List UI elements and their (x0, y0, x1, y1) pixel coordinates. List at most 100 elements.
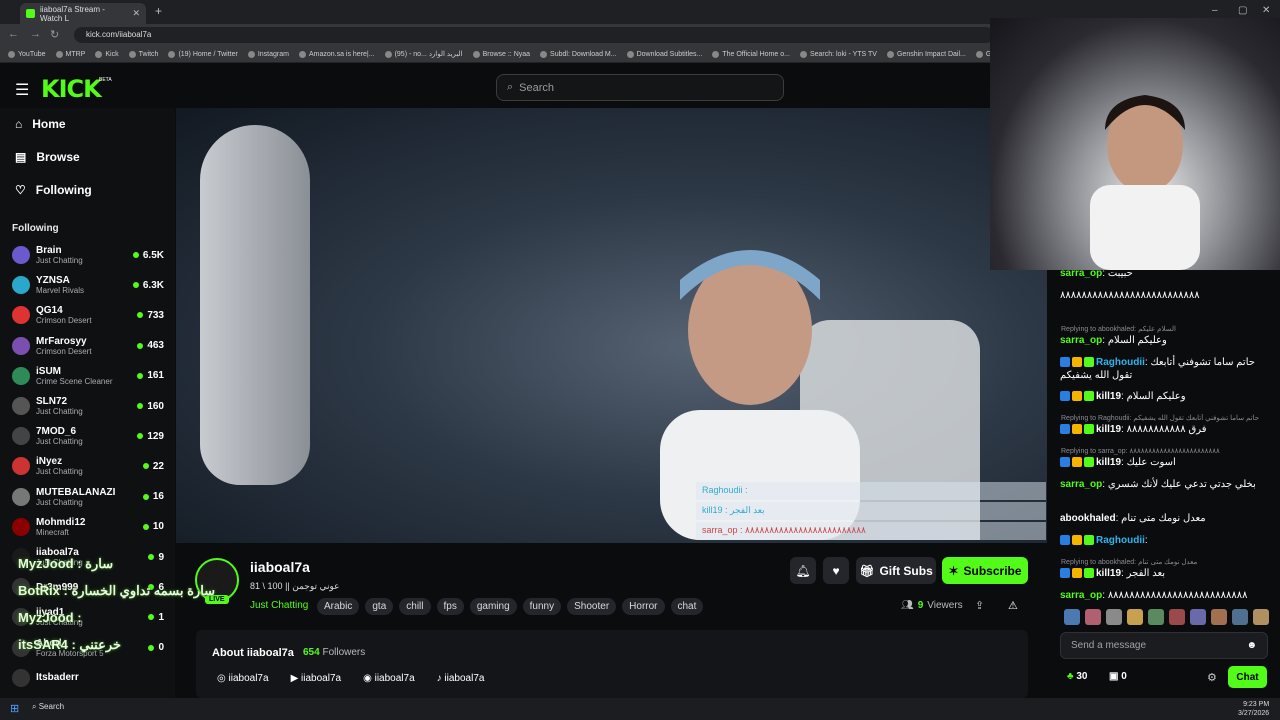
sidebar-item-channel[interactable]: SLN72 Just Chatting 160 (12, 391, 164, 421)
sidebar-item-channel[interactable]: 7MOD_6 Just Chatting 129 (12, 421, 164, 451)
new-tab-button[interactable]: + (155, 4, 162, 18)
sidebar-item-channel[interactable]: QG14 Crimson Desert 733 (12, 300, 164, 330)
nav-following[interactable]: ♡ Following (15, 183, 92, 197)
sidebar-item-channel[interactable]: iNyez Just Chatting 22 (12, 451, 164, 481)
chat-emote-icon[interactable] (1085, 609, 1101, 625)
chat-username[interactable]: Raghoudii (1096, 535, 1145, 546)
subscribe-button[interactable]: ✶ Subscribe (942, 557, 1028, 584)
sidebar-item-channel[interactable]: YZNSA Marvel Rivals 6.3K (12, 270, 164, 300)
stream-category[interactable]: Just Chatting (250, 600, 308, 611)
sidebar-item-channel[interactable]: iSUM Crime Scene Cleaner 161 (12, 361, 164, 391)
chat-message[interactable]: sarra_op: بخلي جدتي تدعي عليك لأنك شسري (1060, 478, 1270, 491)
youtube-link[interactable]: ▶ iiaboal7a (291, 673, 342, 684)
stream-tag[interactable]: chill (399, 598, 431, 615)
chat-emote-icon[interactable] (1127, 609, 1143, 625)
browser-tab[interactable]: iiaboal7a Stream - Watch L ✕ (20, 3, 146, 24)
bookmark-item[interactable]: YouTube (8, 50, 46, 58)
minimize-icon[interactable]: – (1212, 5, 1218, 16)
stream-tag[interactable]: Arabic (317, 598, 360, 615)
chat-message[interactable]: Raghoudii: حاتم ساما تشوفني أتابعك تقول … (1060, 356, 1270, 382)
bookmark-item[interactable]: Subdl: Download M... (540, 50, 617, 58)
chat-message[interactable]: abookhaled: معدل نومك متى تنام (1060, 512, 1270, 525)
emoji-icon[interactable]: ☻ (1246, 640, 1257, 651)
menu-icon[interactable]: ☰ (15, 80, 29, 100)
stream-tag[interactable]: gta (365, 598, 394, 615)
chat-message[interactable]: kill19: اسوت عليك (1060, 456, 1270, 469)
bookmark-item[interactable]: Search: loki - YTS TV (799, 50, 877, 58)
chat-send-button[interactable]: Chat (1228, 666, 1267, 688)
chat-emote-icon[interactable] (1064, 609, 1080, 625)
chat-username[interactable]: abookhaled (1060, 513, 1116, 524)
chat-username[interactable]: kill19 (1096, 457, 1121, 468)
bookmark-item[interactable]: (19) Home / Twitter (168, 50, 238, 58)
bookmark-item[interactable]: Amazon.sa is here|... (298, 50, 375, 58)
reload-icon[interactable]: ↻ (50, 28, 59, 41)
follow-heart-icon[interactable]: ♥ (823, 557, 849, 584)
sidebar-item-channel[interactable]: Brain Just Chatting 6.5K (12, 240, 164, 270)
forward-icon[interactable]: → (30, 28, 41, 40)
stream-tag[interactable]: fps (436, 598, 464, 615)
address-bar[interactable]: kick.com/iiaboal7a (74, 27, 994, 43)
chat-username[interactable]: sarra_op (1060, 590, 1102, 601)
taskbar-search[interactable]: ⌕ Search (32, 702, 64, 712)
chat-username[interactable]: kill19 (1096, 391, 1121, 402)
chat-username[interactable]: kill19 (1096, 424, 1121, 435)
stream-tag[interactable]: Shooter (567, 598, 617, 615)
kicks-count[interactable]: ♣ 30 (1067, 671, 1087, 682)
chat-message[interactable]: sarra_op: وعليكم السلام (1060, 334, 1270, 347)
chat-username[interactable]: Raghoudii (1096, 357, 1145, 368)
chat-emote-icon[interactable] (1253, 609, 1269, 625)
bookmark-item[interactable]: (95) - no... البريد الوارد (384, 50, 463, 58)
chat-emote-icon[interactable] (1211, 609, 1227, 625)
tab-close-icon[interactable]: ✕ (132, 8, 140, 19)
chat-settings-icon[interactable]: ⚙ (1207, 671, 1217, 684)
chat-message[interactable]: sarra_op: ٨٨٨٨٨٨٨٨٨٨٨٨٨٨٨٨٨٨٨٨٨٨٨٨٨٨ (1060, 589, 1270, 602)
maximize-icon[interactable]: ▢ (1238, 5, 1247, 16)
search-input[interactable]: ⌕ Search (496, 74, 784, 101)
chat-message[interactable]: kill19: بعد الفجر (1060, 567, 1270, 580)
bookmark-item[interactable]: Twitch (128, 50, 158, 58)
stream-tag[interactable]: funny (522, 598, 562, 615)
gift-subs-button[interactable]: 🎁︎ Gift Subs (856, 557, 936, 584)
chat-message[interactable]: kill19: وعليكم السلام (1060, 390, 1270, 403)
bookmark-item[interactable]: The Official Home o... (712, 50, 790, 58)
nav-browse[interactable]: ▤ Browse (15, 150, 80, 164)
stream-tag[interactable]: gaming (469, 598, 517, 615)
share-icon[interactable]: ⇪ (975, 599, 984, 612)
stream-tag[interactable]: Horror (622, 598, 665, 615)
sidebar-item-channel[interactable]: Itsbaderr (12, 663, 164, 693)
bookmark-item[interactable]: Instagram (247, 50, 289, 58)
chat-emote-icon[interactable] (1232, 609, 1248, 625)
chat-emote-icon[interactable] (1190, 609, 1206, 625)
back-icon[interactable]: ← (8, 28, 19, 40)
chat-message[interactable]: ٨٨٨٨٨٨٨٨٨٨٨٨٨٨٨٨٨٨٨٨٨٨٨٨٨٨ (1060, 289, 1270, 302)
stream-tag[interactable]: chat (670, 598, 704, 615)
chat-username[interactable]: sarra_op (1060, 479, 1102, 490)
sidebar-item-channel[interactable]: MUTEBALANAZI Just Chatting 16 (12, 482, 164, 512)
close-window-icon[interactable]: ✕ (1262, 5, 1270, 16)
report-icon[interactable]: ⚠ (1008, 599, 1018, 612)
chat-message[interactable]: sarra_op: حبيبت (1060, 267, 1270, 280)
bookmark-item[interactable]: Browse :: Nyaa (472, 50, 530, 58)
tiktok-link[interactable]: ♪ iiaboal7a (437, 673, 485, 684)
windows-start-icon[interactable]: ⊞ (10, 702, 19, 715)
chat-username[interactable]: kill19 (1096, 568, 1121, 579)
bookmark-item[interactable]: Download Subtitles... (626, 50, 702, 58)
sidebar-item-channel[interactable]: MrFarosyy Crimson Desert 463 (12, 331, 164, 361)
instagram-link[interactable]: ◎ iiaboal7a (217, 673, 269, 684)
chat-username[interactable]: sarra_op (1060, 335, 1102, 346)
notification-bell-icon[interactable]: 🔔︎ (790, 557, 816, 584)
chat-emote-icon[interactable] (1169, 609, 1185, 625)
bookmark-item[interactable]: Genshin Impact Dail... (886, 50, 966, 58)
nav-home[interactable]: ⌂ Home (15, 117, 66, 131)
bookmark-item[interactable]: Kick (95, 50, 119, 58)
discord-link[interactable]: ◉ iiaboal7a (363, 673, 415, 684)
kick-logo[interactable]: KICK (41, 75, 102, 103)
chat-emote-icon[interactable] (1148, 609, 1164, 625)
sidebar-item-channel[interactable]: Mohmdi12 Minecraft 10 (12, 512, 164, 542)
chat-message[interactable]: kill19: فرق ٨٨٨٨٨٨٨٨٨٨٨ (1060, 423, 1270, 436)
chat-input[interactable]: Send a message ☻ (1060, 632, 1268, 659)
chat-username[interactable]: sarra_op (1060, 268, 1102, 279)
chat-message[interactable]: Raghoudii: (1060, 534, 1270, 547)
bookmark-item[interactable]: MTRP (55, 50, 85, 58)
